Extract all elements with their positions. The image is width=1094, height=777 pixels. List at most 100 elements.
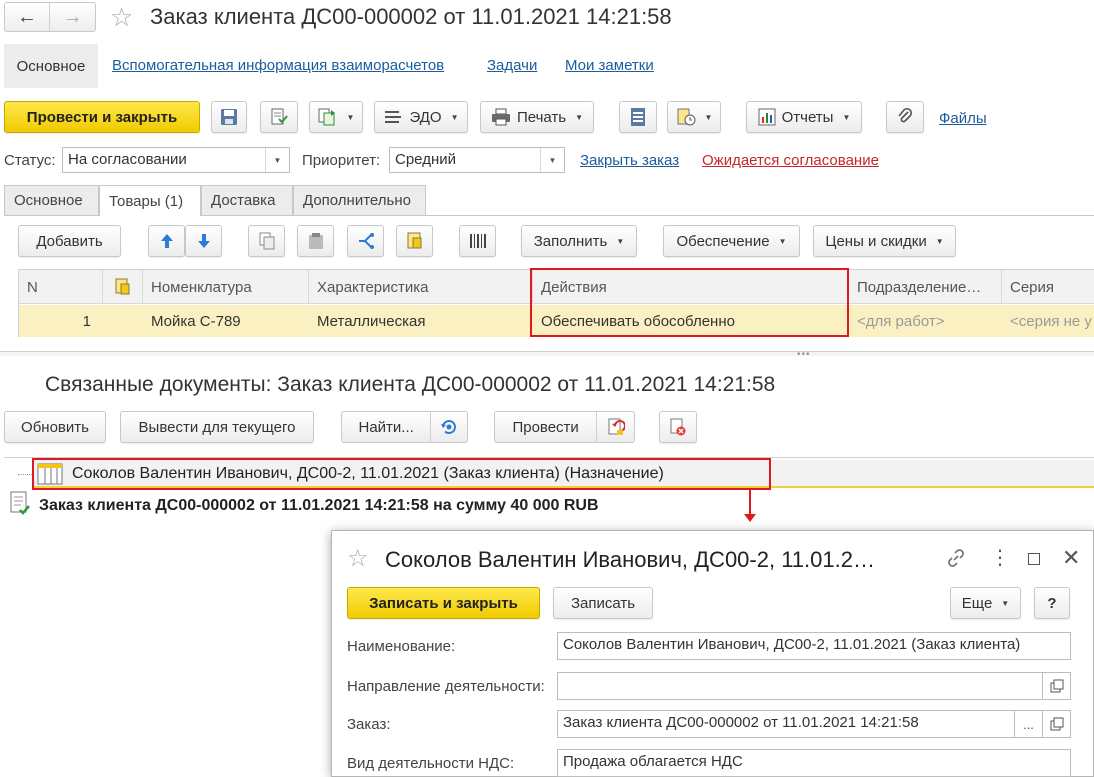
fill-button[interactable]: Заполнить ▼: [521, 225, 637, 257]
move-down-button[interactable]: [185, 225, 222, 257]
related-docs-title: Связанные документы: Заказ клиента ДС00-…: [45, 373, 776, 396]
help-button[interactable]: ?: [1034, 587, 1070, 619]
open-window-icon: [1050, 717, 1063, 731]
more-label: Еще: [961, 594, 993, 612]
order-open-button[interactable]: [1043, 710, 1071, 738]
find-refresh-button[interactable]: [431, 412, 467, 442]
vat-activity-field[interactable]: Продажа облагается НДС: [557, 749, 1071, 777]
barcode-icon: [469, 234, 486, 248]
attach-button[interactable]: [886, 101, 924, 133]
close-order-link[interactable]: Закрыть заказ: [580, 152, 679, 169]
direction-field[interactable]: [557, 672, 1043, 700]
chevron-down-icon: ▼: [450, 112, 459, 122]
pick-goods-icon: [407, 232, 421, 249]
order-field[interactable]: Заказ клиента ДС00-000002 от 11.01.2021 …: [557, 710, 1015, 738]
barcode-button[interactable]: [459, 225, 496, 257]
delete-mark-button[interactable]: [659, 411, 697, 443]
arrow-left-icon: ←: [17, 5, 37, 28]
copy-row-button[interactable]: [248, 225, 285, 257]
post-button[interactable]: Провести: [495, 412, 598, 442]
refresh-button[interactable]: Обновить: [4, 411, 106, 443]
reports-label: Отчеты: [781, 108, 834, 126]
red-arrow-head: [744, 514, 756, 522]
create-based-on-button[interactable]: ▼: [309, 101, 363, 133]
print-button[interactable]: Печать ▼: [480, 101, 594, 133]
status-label: Статус:: [4, 152, 56, 169]
open-window-icon: [1050, 679, 1063, 693]
maximize-icon[interactable]: [1028, 553, 1040, 565]
chevron-down-icon: ▼: [616, 236, 625, 246]
popup-more-button[interactable]: Еще ▼: [950, 587, 1021, 619]
search-refresh-icon: [441, 420, 457, 435]
tab-additional[interactable]: Дополнительно: [293, 185, 426, 215]
awaiting-approval-link[interactable]: Ожидается согласование: [702, 152, 879, 169]
popup-save-button[interactable]: Записать: [553, 587, 653, 619]
provision-button[interactable]: Обеспечение ▼: [663, 225, 800, 257]
paste-button[interactable]: [297, 225, 334, 257]
forward-button[interactable]: →: [50, 3, 95, 31]
split-row-button[interactable]: [347, 225, 384, 257]
add-button[interactable]: Добавить: [18, 225, 121, 257]
reports-button[interactable]: Отчеты ▼: [746, 101, 862, 133]
back-button[interactable]: ←: [5, 3, 51, 31]
files-link[interactable]: Файлы: [939, 110, 987, 127]
status-select[interactable]: На согласовании ▼: [62, 147, 290, 173]
show-for-current-button[interactable]: Вывести для текущего: [120, 411, 314, 443]
more-actions-icon[interactable]: ⋮: [990, 546, 1010, 570]
back-forward-group: ← →: [4, 2, 96, 32]
status-value: На согласовании: [68, 151, 187, 168]
col-header-department[interactable]: Подразделение…: [849, 270, 1002, 304]
save-button[interactable]: [211, 101, 247, 133]
tab-delivery[interactable]: Доставка: [201, 185, 293, 215]
row-characteristic: Металлическая: [317, 312, 426, 330]
section-my-notes[interactable]: Мои заметки: [565, 57, 654, 74]
section-tasks[interactable]: Задачи: [487, 57, 537, 74]
row-series: <серия не у: [1010, 312, 1092, 330]
edo-button[interactable]: ЭДО ▼: [374, 101, 468, 133]
pick-button[interactable]: [396, 225, 433, 257]
favorite-star-icon[interactable]: ☆: [347, 545, 369, 573]
window-title: Заказ клиента ДС00-000002 от 11.01.2021 …: [150, 4, 672, 29]
chevron-down-icon[interactable]: ▼: [540, 148, 564, 172]
link-icon[interactable]: [946, 548, 966, 572]
post-document-button[interactable]: [260, 101, 298, 133]
reports-icon: [758, 108, 776, 126]
col-header-n[interactable]: N: [19, 270, 103, 304]
save-and-close-button[interactable]: Записать и закрыть: [347, 587, 540, 619]
find-button[interactable]: Найти...: [342, 412, 432, 442]
favorite-star-icon[interactable]: ☆: [110, 2, 133, 32]
vat-activity-label: Вид деятельности НДС:: [347, 755, 515, 772]
pane-splitter[interactable]: [0, 351, 1094, 356]
section-settlements-info[interactable]: Вспомогательная информация взаиморасчето…: [112, 57, 444, 74]
name-field[interactable]: Соколов Валентин Иванович, ДС00-2, 11.01…: [557, 632, 1071, 660]
tree-item-order[interactable]: Заказ клиента ДС00-000002 от 11.01.2021 …: [39, 497, 599, 515]
paperclip-icon: [898, 108, 913, 123]
col-header-characteristic[interactable]: Характеристика: [309, 270, 533, 304]
tab-goods[interactable]: Товары (1): [99, 185, 201, 216]
post-and-close-button[interactable]: Провести и закрыть: [4, 101, 200, 133]
arrow-up-icon: [160, 234, 173, 248]
col-header-nomenclature[interactable]: Номенклатура: [143, 270, 309, 304]
section-main[interactable]: Основное: [4, 44, 98, 88]
prices-discounts-button[interactable]: Цены и скидки ▼: [813, 225, 956, 257]
direction-open-button[interactable]: [1043, 672, 1071, 700]
move-up-button[interactable]: [148, 225, 185, 257]
document-post-icon: [271, 108, 288, 125]
document-clock-icon: [677, 108, 696, 126]
tab-main[interactable]: Основное: [4, 185, 99, 215]
chevron-down-icon[interactable]: ▼: [265, 148, 289, 172]
popup-title: Соколов Валентин Иванович, ДС00-2, 11.01…: [385, 547, 875, 572]
chevron-down-icon: ▼: [575, 112, 584, 122]
close-icon[interactable]: ✕: [1062, 545, 1080, 571]
name-label: Наименование:: [347, 638, 456, 655]
col-header-series[interactable]: Серия: [1002, 270, 1094, 304]
priority-select[interactable]: Средний ▼: [389, 147, 565, 173]
posted-document-icon: [9, 491, 33, 521]
document-list-button[interactable]: [619, 101, 657, 133]
delete-document-icon: [670, 418, 686, 436]
document-history-button[interactable]: ▼: [667, 101, 721, 133]
unpost-button[interactable]: [597, 412, 634, 442]
col-header-flag[interactable]: [103, 270, 143, 304]
fill-label: Заполнить: [533, 232, 608, 250]
order-select-button[interactable]: ...: [1015, 710, 1043, 738]
